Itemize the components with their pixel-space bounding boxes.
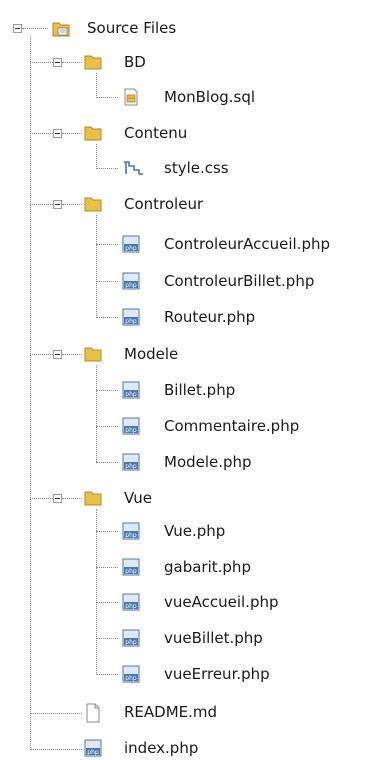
tree-item-folder-contenu[interactable]: Contenu <box>124 124 187 142</box>
php-file-icon: php <box>122 453 140 471</box>
folder-icon <box>84 195 102 213</box>
php-file-icon: php <box>84 739 102 757</box>
tree-item-file[interactable]: vueErreur.php <box>164 665 270 683</box>
project-file-tree: Source Files BD MonBlog.sql Contenu styl… <box>0 0 380 760</box>
tree-item-folder-vue[interactable]: Vue <box>124 489 152 507</box>
svg-text:php: php <box>125 391 137 398</box>
folder-icon <box>84 53 102 71</box>
svg-text:php: php <box>125 675 137 682</box>
php-file-icon: php <box>122 629 140 647</box>
php-file-icon: php <box>122 522 140 540</box>
folder-icon <box>84 489 102 507</box>
collapse-toggle[interactable] <box>53 58 62 67</box>
collapse-toggle[interactable] <box>53 129 62 138</box>
php-file-icon: php <box>122 381 140 399</box>
tree-item-file[interactable]: ControleurAccueil.php <box>164 235 330 253</box>
svg-text:php: php <box>125 245 137 252</box>
collapse-toggle[interactable] <box>53 200 62 209</box>
collapse-toggle[interactable] <box>53 350 62 359</box>
svg-text:php: php <box>125 603 137 610</box>
svg-text:php: php <box>125 282 137 289</box>
tree-item-file[interactable]: ControleurBillet.php <box>164 272 314 290</box>
folder-icon <box>84 345 102 363</box>
tree-item-file[interactable]: style.css <box>164 159 229 177</box>
tree-item-folder-modele[interactable]: Modele <box>124 345 178 363</box>
tree-item-folder-controleur[interactable]: Controleur <box>124 195 203 213</box>
collapse-toggle[interactable] <box>53 494 62 503</box>
php-file-icon: php <box>122 593 140 611</box>
php-file-icon: php <box>122 665 140 683</box>
folder-icon <box>84 124 102 142</box>
tree-item-file[interactable]: Routeur.php <box>164 308 255 326</box>
tree-item-folder-bd[interactable]: BD <box>124 53 146 71</box>
css-file-icon <box>122 159 143 177</box>
tree-item-file[interactable]: MonBlog.sql <box>164 88 255 106</box>
source-folder-icon <box>52 20 70 38</box>
tree-item-file[interactable]: Vue.php <box>164 522 225 540</box>
svg-text:php: php <box>125 639 137 646</box>
sql-file-icon <box>122 88 140 106</box>
tree-item-file[interactable]: Modele.php <box>164 453 252 471</box>
tree-item-file[interactable]: README.md <box>124 703 217 721</box>
php-file-icon: php <box>122 558 140 576</box>
php-file-icon: php <box>122 272 140 290</box>
tree-item-file[interactable]: Billet.php <box>164 381 235 399</box>
php-file-icon: php <box>122 308 140 326</box>
svg-text:php: php <box>125 463 137 470</box>
svg-text:php: php <box>125 427 137 434</box>
svg-text:php: php <box>125 532 137 539</box>
tree-item-file[interactable]: gabarit.php <box>164 558 251 576</box>
tree-item-source-files[interactable]: Source Files <box>87 19 176 37</box>
php-file-icon: php <box>122 235 140 253</box>
tree-item-file[interactable]: index.php <box>124 739 198 757</box>
tree-item-file[interactable]: vueBillet.php <box>164 629 263 647</box>
php-file-icon: php <box>122 417 140 435</box>
svg-text:php: php <box>125 568 137 575</box>
tree-item-file[interactable]: Commentaire.php <box>164 417 299 435</box>
collapse-toggle[interactable] <box>13 24 22 33</box>
svg-text:php: php <box>125 318 137 325</box>
markdown-file-icon <box>84 703 102 723</box>
svg-text:php: php <box>87 749 99 756</box>
tree-item-file[interactable]: vueAccueil.php <box>164 593 279 611</box>
